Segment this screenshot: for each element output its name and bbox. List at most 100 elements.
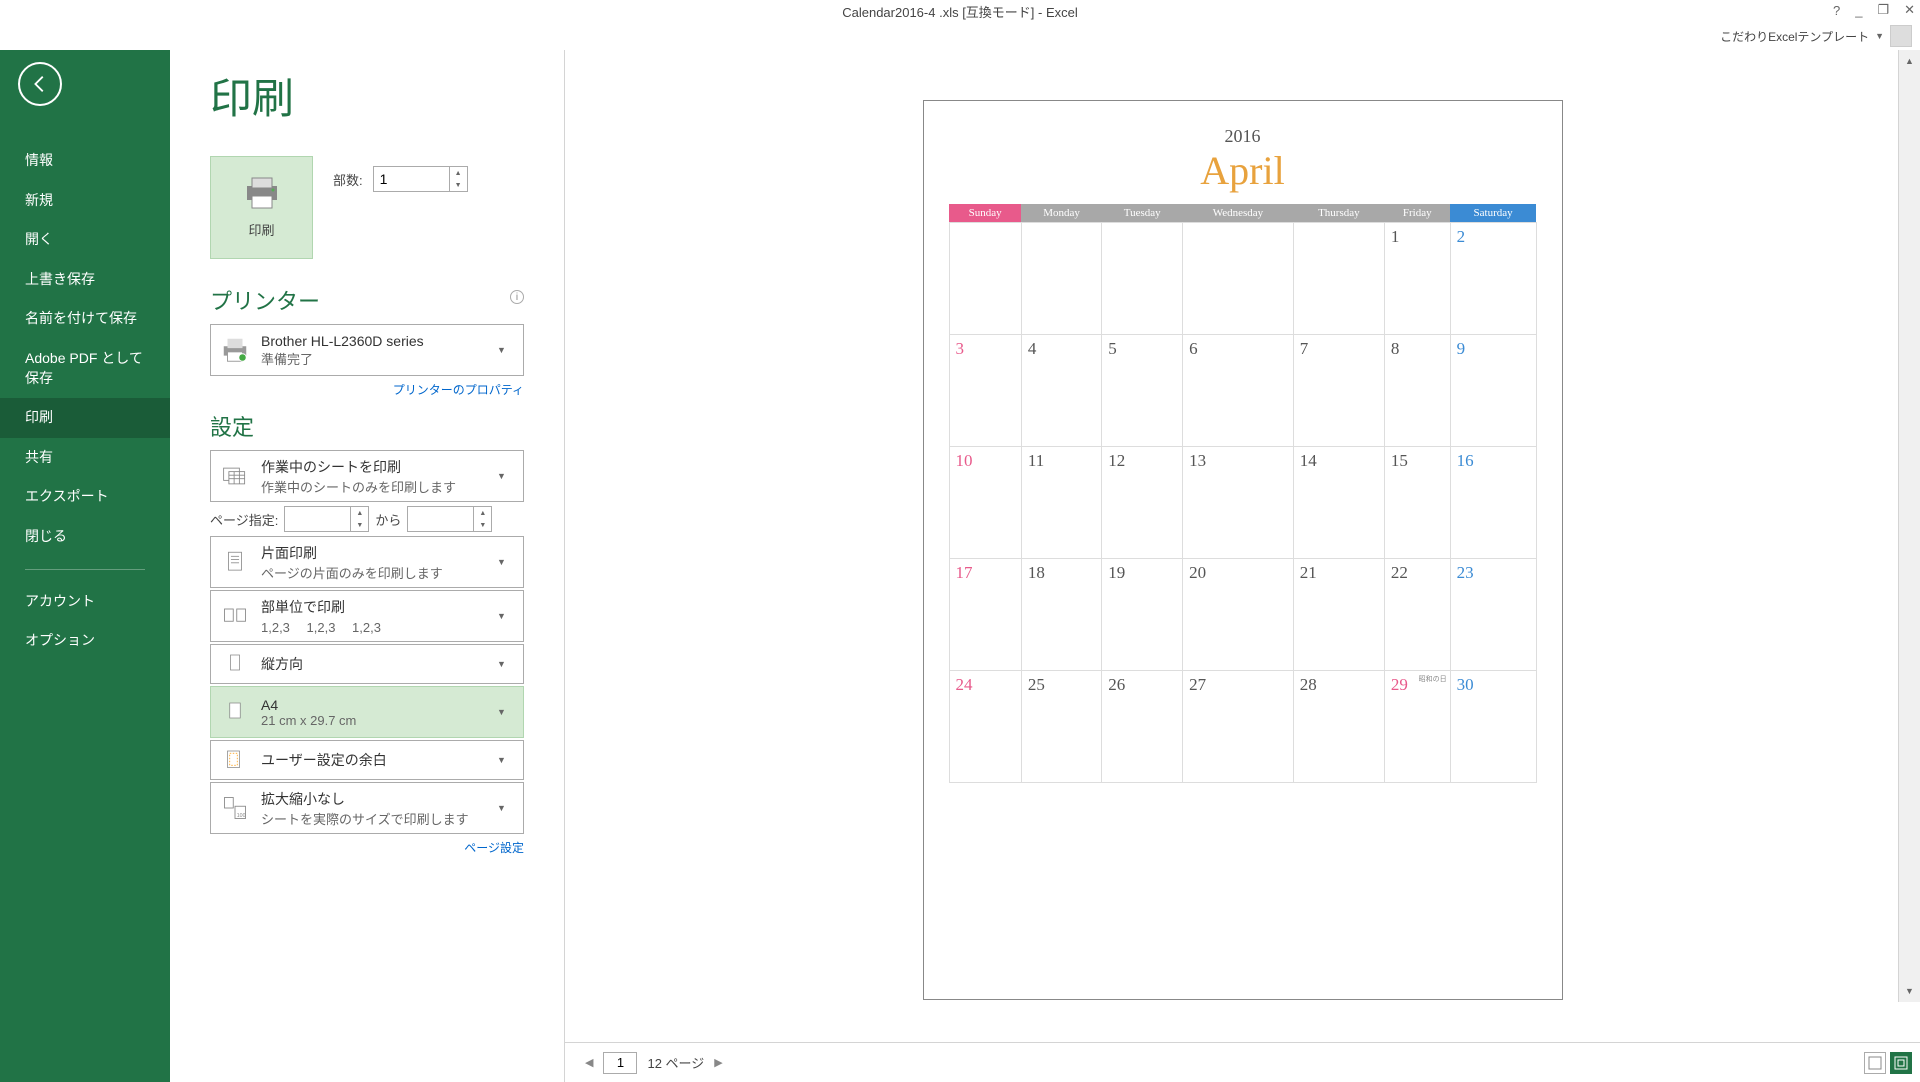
scroll-down-icon[interactable]: ▼: [1899, 980, 1920, 1002]
sidebar-item-9[interactable]: 閉じる: [0, 517, 170, 557]
sidebar-item-4[interactable]: 名前を付けて保存: [0, 299, 170, 339]
portrait-icon: [219, 648, 251, 680]
calendar-cell: 27: [1183, 671, 1294, 783]
help-icon[interactable]: ?: [1833, 3, 1840, 18]
preview-page: 2016 April SundayMondayTuesdayWednesdayT…: [923, 100, 1563, 1000]
scaling-dropdown[interactable]: 100 拡大縮小なしシートを実際のサイズで印刷します ▼: [210, 782, 524, 834]
weekday-header: Tuesday: [1102, 204, 1183, 223]
zoom-to-page-button[interactable]: [1890, 1052, 1912, 1074]
sidebar-item-1[interactable]: 新規: [0, 181, 170, 221]
calendar-cell: 9: [1450, 335, 1536, 447]
preview-scrollbar[interactable]: ▲ ▼: [1898, 50, 1920, 1002]
current-page-input[interactable]: [603, 1052, 637, 1074]
print-scope-dropdown[interactable]: 作業中のシートを印刷作業中のシートのみを印刷します ▼: [210, 450, 524, 502]
calendar-cell: 22: [1384, 559, 1450, 671]
scroll-track[interactable]: [1899, 72, 1920, 980]
calendar-cell: 2: [1450, 223, 1536, 335]
avatar-icon: [1890, 25, 1912, 47]
print-button-label: 印刷: [248, 220, 274, 239]
weekday-header: Friday: [1384, 204, 1450, 223]
print-button[interactable]: 印刷: [210, 156, 313, 259]
copies-input[interactable]: [380, 171, 440, 187]
calendar-cell: 28: [1293, 671, 1384, 783]
sidebar-item-7[interactable]: 共有: [0, 438, 170, 478]
calendar-cell: 25: [1021, 671, 1101, 783]
sidebar-item-5[interactable]: Adobe PDF として保存: [0, 339, 170, 398]
weekday-header: Monday: [1021, 204, 1101, 223]
calendar-cell: [1293, 223, 1384, 335]
minimize-icon[interactable]: _: [1855, 3, 1862, 18]
calendar-cell: 19: [1102, 559, 1183, 671]
calendar-cell: 30: [1450, 671, 1536, 783]
collate-dropdown[interactable]: 部単位で印刷1,2,3 1,2,3 1,2,3 ▼: [210, 590, 524, 642]
calendar-cell: [1183, 223, 1294, 335]
printer-section-heading: プリンター i: [210, 284, 524, 316]
restore-icon[interactable]: ❐: [1877, 2, 1889, 18]
close-icon[interactable]: ✕: [1904, 2, 1915, 18]
calendar-cell: 18: [1021, 559, 1101, 671]
user-name: こだわりExcelテンプレート: [1720, 28, 1869, 45]
printer-device-icon: [219, 334, 251, 366]
copies-spinner[interactable]: ▲▼: [373, 166, 468, 192]
titlebar: Calendar2016-4 .xls [互換モード] - Excel ? _ …: [0, 0, 1920, 22]
orientation-dropdown[interactable]: 縦方向 ▼: [210, 644, 524, 684]
calendar-cell: 10: [949, 447, 1021, 559]
duplex-dropdown[interactable]: 片面印刷ページの片面のみを印刷します ▼: [210, 536, 524, 588]
page-to-spinner[interactable]: ▲▼: [407, 506, 492, 532]
chevron-down-icon: ▼: [497, 659, 515, 669]
weekday-header: Sunday: [949, 204, 1021, 223]
prev-page-button[interactable]: ◀: [585, 1056, 593, 1069]
preview-footer: ◀ 12 ページ ▶: [565, 1042, 1920, 1082]
margins-dropdown[interactable]: ユーザー設定の余白 ▼: [210, 740, 524, 780]
print-settings-panel: 印刷 印刷 部数: ▲▼ プリンター i: [170, 50, 565, 1082]
weekday-header: Wednesday: [1183, 204, 1294, 223]
chevron-down-icon: ▼: [497, 345, 515, 355]
sidebar-item-3[interactable]: 上書き保存: [0, 260, 170, 300]
sidebar-item2-1[interactable]: オプション: [0, 621, 170, 661]
sidebar-item-2[interactable]: 開く: [0, 220, 170, 260]
page-heading: 印刷: [210, 65, 524, 126]
weekday-header: Saturday: [1450, 204, 1536, 223]
copies-down[interactable]: ▼: [450, 179, 467, 191]
calendar-cell: 8: [1384, 335, 1450, 447]
calendar-cell: [1102, 223, 1183, 335]
paper-size-dropdown[interactable]: A421 cm x 29.7 cm ▼: [210, 686, 524, 738]
calendar-cell: 17: [949, 559, 1021, 671]
back-arrow-icon: [29, 73, 51, 95]
scroll-up-icon[interactable]: ▲: [1899, 50, 1920, 72]
svg-text:100: 100: [237, 813, 246, 819]
chevron-down-icon: ▼: [497, 803, 515, 813]
chevron-down-icon: ▼: [497, 611, 515, 621]
calendar-cell: 26: [1102, 671, 1183, 783]
page-setup-link[interactable]: ページ設定: [210, 839, 524, 856]
printer-dropdown[interactable]: Brother HL-L2360D series 準備完了 ▼: [210, 324, 524, 376]
copies-label: 部数:: [333, 170, 363, 189]
ribbon-row: こだわりExcelテンプレート ▼: [0, 22, 1920, 50]
sidebar-item-8[interactable]: エクスポート: [0, 477, 170, 517]
sidebar-item-0[interactable]: 情報: [0, 141, 170, 181]
page-to-input[interactable]: [414, 511, 474, 527]
printer-name: Brother HL-L2360D series: [261, 333, 497, 349]
printer-properties-link[interactable]: プリンターのプロパティ: [210, 381, 524, 398]
window-title: Calendar2016-4 .xls [互換モード] - Excel: [842, 2, 1078, 21]
chevron-down-icon: ▼: [497, 557, 515, 567]
show-margins-button[interactable]: [1864, 1052, 1886, 1074]
scaling-icon: 100: [219, 792, 251, 824]
calendar-cell: 6: [1183, 335, 1294, 447]
info-icon[interactable]: i: [510, 290, 524, 304]
back-button[interactable]: [18, 62, 62, 106]
page-from-input[interactable]: [291, 511, 351, 527]
calendar-cell: 13: [1183, 447, 1294, 559]
page-from-spinner[interactable]: ▲▼: [284, 506, 369, 532]
calendar-cell: [1021, 223, 1101, 335]
sidebar-item-6[interactable]: 印刷: [0, 398, 170, 438]
sheets-icon: [219, 460, 251, 492]
calendar-cell: 12: [1102, 447, 1183, 559]
calendar-month: April: [949, 147, 1537, 194]
sidebar-item2-0[interactable]: アカウント: [0, 582, 170, 622]
next-page-button[interactable]: ▶: [714, 1056, 722, 1069]
calendar-year: 2016: [949, 126, 1537, 147]
user-info[interactable]: こだわりExcelテンプレート ▼: [1720, 25, 1912, 47]
calendar-cell: 20: [1183, 559, 1294, 671]
copies-up[interactable]: ▲: [450, 167, 467, 179]
